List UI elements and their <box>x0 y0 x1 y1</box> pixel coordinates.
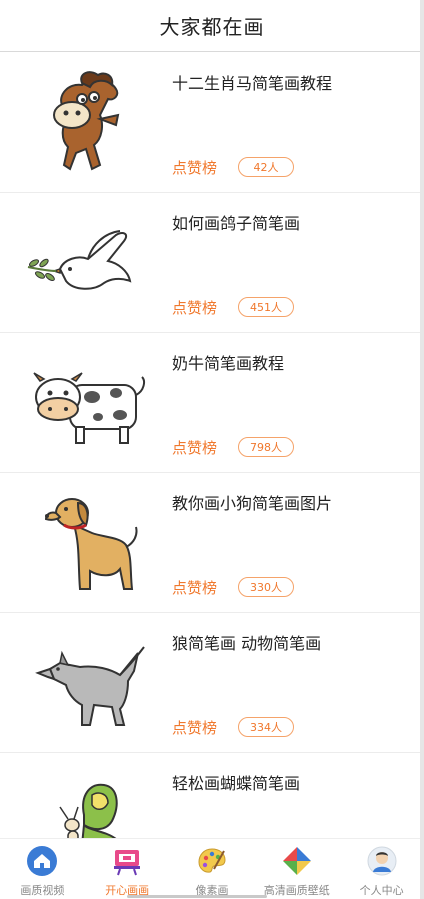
like-ranking-label[interactable]: 点赞榜 <box>172 157 217 178</box>
item-title[interactable]: 奶牛简笔画教程 <box>172 350 284 374</box>
dove-thumbnail <box>20 205 150 321</box>
bottom-tab-bar: 画质视频 开心画画 像素画 高清画质壁纸 个人中心 <box>0 838 424 899</box>
home-icon <box>27 846 58 876</box>
pinwheel-icon <box>282 847 311 875</box>
item-title[interactable]: 如何画鸽子简笔画 <box>172 210 300 234</box>
like-ranking-label[interactable]: 点赞榜 <box>172 577 217 598</box>
like-count-badge: 334人 <box>238 717 294 737</box>
window-edge <box>420 0 424 899</box>
list-item[interactable]: 教你画小狗简笔画图片 点赞榜 330人 <box>0 473 424 613</box>
dog-thumbnail <box>20 485 150 601</box>
easel-icon <box>114 850 141 876</box>
tab-quality-video[interactable]: 画质视频 <box>0 839 85 899</box>
top-bar: 大家都在画 <box>0 0 424 52</box>
list-item[interactable]: 轻松画蝴蝶简笔画 <box>0 753 424 838</box>
like-count-badge: 451人 <box>238 297 294 317</box>
horse-thumbnail <box>20 65 150 181</box>
butterfly-thumbnail <box>20 765 150 838</box>
tab-label: 高清画质壁纸 <box>263 884 330 897</box>
like-ranking-label[interactable]: 点赞榜 <box>172 437 217 458</box>
like-ranking-label[interactable]: 点赞榜 <box>172 717 217 738</box>
item-title[interactable]: 轻松画蝴蝶简笔画 <box>172 770 300 794</box>
like-count-badge: 330人 <box>238 577 294 597</box>
like-count-badge: 42人 <box>238 157 294 177</box>
cow-thumbnail <box>20 345 150 461</box>
item-title[interactable]: 教你画小狗简笔画图片 <box>172 490 332 514</box>
home-indicator <box>127 895 267 898</box>
list-item[interactable]: 十二生肖马简笔画教程 点赞榜 42人 <box>0 53 424 193</box>
avatar-icon <box>367 846 397 876</box>
like-count-badge: 798人 <box>238 437 294 457</box>
tab-profile[interactable]: 个人中心 <box>339 839 424 899</box>
tab-pixel-art[interactable]: 像素画 <box>170 839 255 899</box>
tab-label: 个人中心 <box>359 884 404 897</box>
list-item[interactable]: 奶牛简笔画教程 点赞榜 798人 <box>0 333 424 473</box>
tab-label: 画质视频 <box>20 884 65 897</box>
wolf-thumbnail <box>20 625 150 741</box>
tab-happy-drawing[interactable]: 开心画画 <box>85 839 170 899</box>
list-item[interactable]: 狼简笔画 动物简笔画 点赞榜 334人 <box>0 613 424 753</box>
like-ranking-label[interactable]: 点赞榜 <box>172 297 217 318</box>
item-title[interactable]: 十二生肖马简笔画教程 <box>172 70 332 94</box>
item-title[interactable]: 狼简笔画 动物简笔画 <box>172 630 321 654</box>
palette-icon <box>198 848 226 873</box>
drawing-list[interactable]: 十二生肖马简笔画教程 点赞榜 42人 如何画鸽子简笔画 点赞榜 451人 奶牛简… <box>0 53 424 838</box>
page-title: 大家都在画 <box>159 15 265 39</box>
list-item[interactable]: 如何画鸽子简笔画 点赞榜 451人 <box>0 193 424 333</box>
tab-hd-wallpaper[interactable]: 高清画质壁纸 <box>254 839 339 899</box>
